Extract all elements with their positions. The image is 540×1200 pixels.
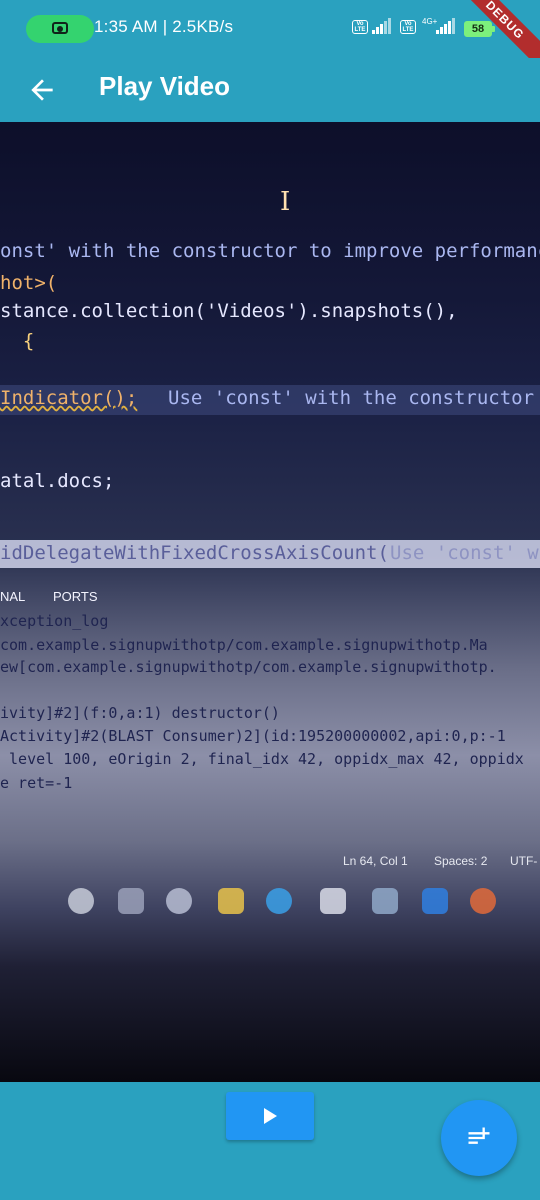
code-line: onst' with the constructor to improve pe…: [0, 240, 540, 262]
code-line: atal.docs;: [0, 470, 115, 492]
note-add-icon: [468, 1127, 490, 1144]
volte-icon: Vo LTE: [352, 20, 368, 34]
tab-ports: PORTS: [53, 589, 98, 604]
code-line: Indicator();: [0, 387, 138, 409]
vscode-icon: [422, 888, 448, 914]
camera-icon: [52, 22, 68, 34]
taskbar-app-icon: [166, 888, 192, 914]
taskbar-app-icon: [470, 888, 496, 914]
lint-message: Use 'const' wit: [390, 542, 540, 564]
terminal-line: e ret=-1: [0, 774, 73, 792]
browser-icon: [266, 888, 292, 914]
editor-encoding: UTF-: [510, 854, 538, 868]
play-icon: [264, 1108, 277, 1124]
editor-cursor-position: Ln 64, Col 1: [343, 854, 408, 868]
battery-level: 58: [471, 23, 485, 35]
add-note-fab[interactable]: [441, 1100, 517, 1176]
taskbar: [60, 888, 540, 924]
status-time-speed: 1:35 AM | 2.5KB/s: [94, 17, 234, 36]
code-line: idDelegateWithFixedCrossAxisCount(: [0, 542, 389, 564]
taskbar-app-icon: [372, 888, 398, 914]
terminal-line: com.example.signupwithotp/com.example.si…: [0, 636, 488, 654]
folder-icon: [218, 888, 244, 914]
terminal-line: level 100, eOrigin 2, final_idx 42, oppi…: [0, 750, 524, 768]
screen-recorder-indicator[interactable]: [26, 15, 94, 43]
code-line: stance.collection('Videos').snapshots(),: [0, 300, 458, 322]
signal-bars-icon: [436, 18, 456, 34]
lint-message: Use 'const' with the constructor to: [168, 387, 540, 409]
back-button[interactable]: [22, 70, 62, 110]
video-player[interactable]: I onst' with the constructor to improve …: [0, 122, 540, 1082]
text-cursor-icon: I: [280, 187, 291, 217]
status-bar: 1:35 AM | 2.5KB/s Vo LTE Vo LTE 4G+ 58 DEB…: [0, 0, 540, 81]
terminal-line: ivity]#2](f:0,a:1) destructor(): [0, 704, 280, 722]
app-bar: Play Video: [0, 58, 540, 122]
page-title: Play Video: [99, 71, 231, 101]
signal-bars-icon: [372, 18, 392, 34]
arrow-left-icon: [31, 79, 53, 101]
code-line: hot>(: [0, 272, 58, 294]
taskbar-app-icon: [320, 888, 346, 914]
terminal-line: Activity]#2(BLAST Consumer)2](id:1952000…: [0, 727, 506, 745]
tab-terminal: NAL: [0, 589, 26, 604]
battery-icon: 58: [464, 21, 495, 37]
taskbar-app-icon: [118, 888, 144, 914]
volte-icon: Vo LTE: [400, 20, 416, 34]
start-icon: [68, 888, 94, 914]
play-button[interactable]: [226, 1092, 314, 1140]
terminal-line: ew[com.example.signupwithotp/com.example…: [0, 658, 497, 676]
terminal-line: xception_log: [0, 612, 109, 630]
code-line: {: [0, 330, 35, 352]
editor-indentation: Spaces: 2: [434, 854, 488, 868]
